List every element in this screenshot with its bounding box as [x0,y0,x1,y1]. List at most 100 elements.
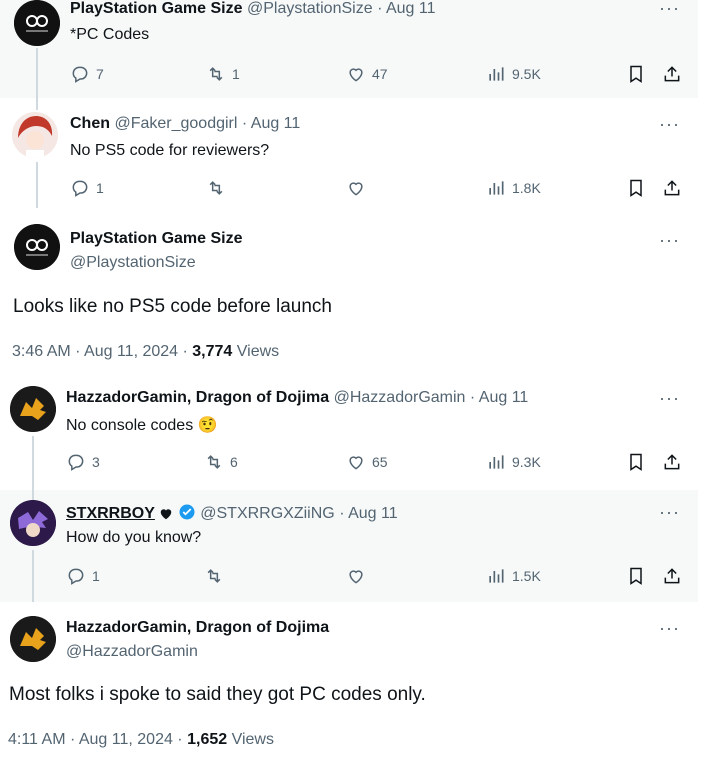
retweet-button[interactable] [206,178,232,198]
tweet-date[interactable]: · Aug 11 [242,115,300,132]
tweet-text: Looks like no PS5 code before launch [13,296,332,317]
thread-line [32,436,34,490]
retweet-icon [207,569,221,583]
author-name[interactable]: STXRRBOY [66,505,155,522]
bookmark-icon[interactable] [626,452,646,472]
views-button[interactable]: 9.5K [486,64,541,84]
more-options-icon[interactable]: ··· [659,618,680,639]
tweet-1[interactable]: PlayStation Game Size @PlaystationSize ·… [0,0,698,100]
tweet-2[interactable]: Chen @Faker_goodgirl · Aug 11 ··· No PS5… [0,98,698,208]
avatar-stxrrboy[interactable] [10,500,56,546]
reply-button[interactable]: 7 [70,64,104,84]
thread-line [32,490,34,500]
more-options-icon[interactable]: ··· [659,114,680,135]
like-button[interactable] [346,178,372,198]
like-count: 65 [372,454,388,470]
author-handle[interactable]: @PlaystationSize [70,254,196,271]
retweet-icon [209,181,223,195]
author-handle[interactable]: @HazzadorGamin [66,643,198,660]
tweet-text: No console codes [66,417,194,434]
author-handle[interactable]: @PlaystationSize [247,0,373,17]
heart-icon [349,570,363,584]
reply-count: 3 [92,454,100,470]
avatar-playstation-game-size[interactable] [14,224,60,270]
avatar-hazzadorgamin[interactable] [10,616,56,662]
more-options-icon[interactable]: ··· [659,388,680,409]
share-icon[interactable] [662,452,682,472]
views-count: 3,774 [192,343,233,360]
more-options-icon[interactable]: ··· [659,230,680,251]
author-name[interactable]: Chen [70,115,110,132]
raised-eyebrow-emoji: 🤨 [197,417,218,434]
tweet-text: Most folks i spoke to said they got PC c… [9,684,426,705]
like-button[interactable] [346,566,372,586]
reply-count: 7 [96,66,104,82]
bookmark-icon[interactable] [626,178,646,198]
more-options-icon[interactable]: ··· [659,0,680,19]
views-button[interactable]: 1.8K [486,178,541,198]
reply-button[interactable]: 1 [70,178,104,198]
reply-count: 1 [92,568,100,584]
tweet-date[interactable]: · Aug 11 [377,0,435,17]
thread-line [36,48,38,100]
share-icon[interactable] [662,566,682,586]
heart-icon [349,182,363,196]
views-count: 1.5K [512,568,541,584]
analytics-icon [489,569,504,583]
retweet-button[interactable]: 1 [206,64,240,84]
retweet-count: 6 [230,454,238,470]
reply-button[interactable]: 3 [66,452,100,472]
avatar-chen[interactable] [12,112,58,158]
retweet-count: 1 [232,66,240,82]
reply-icon [68,454,84,471]
tweet-3-focused[interactable]: PlayStation Game Size @PlaystationSize ·… [0,208,698,374]
views-count: 1,652 [187,731,228,748]
share-icon[interactable] [662,64,682,84]
heart-emoji-icon [161,509,172,520]
thread-line [36,98,38,110]
views-label: Views [231,731,274,748]
author-handle[interactable]: @Faker_goodgirl [114,115,237,132]
retweet-button[interactable]: 6 [204,452,238,472]
avatar-playstation-game-size[interactable] [14,0,60,46]
thread-line [36,162,38,208]
author-name[interactable]: HazzadorGamin, Dragon of Dojima [66,389,329,406]
author-name[interactable]: PlayStation Game Size [70,0,243,17]
heart-icon [349,456,363,470]
author-handle[interactable]: @HazzadorGamin [334,389,466,406]
retweet-button[interactable] [204,566,230,586]
share-icon[interactable] [662,178,682,198]
like-button[interactable]: 65 [346,452,388,472]
bookmark-icon[interactable] [626,64,646,84]
retweet-icon [209,67,223,81]
views-button[interactable]: 1.5K [486,566,541,586]
more-options-icon[interactable]: ··· [659,502,680,523]
tweet-5[interactable]: STXRRBOY @STXRRGXZiiNG · Aug 11 ··· How … [0,490,698,602]
analytics-icon [489,67,504,81]
bookmark-icon[interactable] [626,566,646,586]
author-name[interactable]: PlayStation Game Size [70,230,243,247]
like-button[interactable]: 47 [346,64,388,84]
like-count: 47 [372,66,388,82]
views-count: 1.8K [512,180,541,196]
views-count: 9.5K [512,66,541,82]
author-handle[interactable]: @STXRRGXZiiNG [200,505,334,522]
tweet-date[interactable]: · Aug 11 [470,389,528,406]
tweet-date[interactable]: · Aug 11 [339,505,397,522]
retweet-icon [207,455,221,469]
tweet-text: No PS5 code for reviewers? [70,142,270,159]
author-name[interactable]: HazzadorGamin, Dragon of Dojima [66,619,329,636]
views-count: 9.3K [512,454,541,470]
thread-line [32,550,34,602]
tweet-timestamp[interactable]: 3:46 AM · Aug 11, 2024 · [12,343,188,360]
reply-icon [72,180,88,197]
tweet-6-focused[interactable]: HazzadorGamin, Dragon of Dojima @Hazzado… [0,602,698,757]
tweet-4[interactable]: HazzadorGamin, Dragon of Dojima @Hazzado… [0,374,698,490]
views-button[interactable]: 9.3K [486,452,541,472]
analytics-icon [489,455,504,469]
tweet-text: How do you know? [66,529,202,546]
heart-icon [349,68,363,82]
avatar-hazzadorgamin[interactable] [10,386,56,432]
tweet-timestamp[interactable]: 4:11 AM · Aug 11, 2024 · [8,731,183,748]
reply-button[interactable]: 1 [66,566,100,586]
